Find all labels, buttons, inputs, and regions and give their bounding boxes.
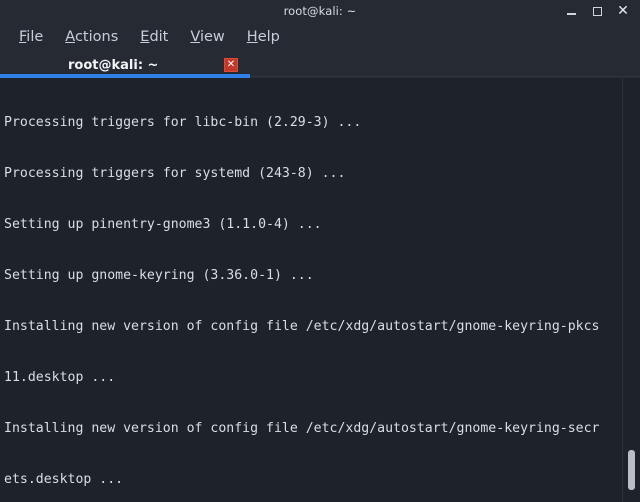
close-icon: ✕ [617,3,629,19]
terminal-scrollbar[interactable] [622,78,640,502]
tab-close-button[interactable]: ✕ [224,58,238,72]
close-button[interactable]: ✕ [610,0,636,22]
minimize-icon [566,13,576,15]
tab-bar-divider [250,76,640,77]
terminal-line: Processing triggers for systemd (243-8) … [4,166,346,181]
menu-bar: File Actions Edit View Help [0,22,640,52]
tab-close-icon: ✕ [226,59,236,70]
maximize-button[interactable] [584,0,610,22]
menu-item-help[interactable]: Help [236,22,291,52]
terminal-line: Installing new version of config file /e… [4,421,600,436]
scrollbar-thumb[interactable] [628,450,635,490]
minimize-button[interactable] [558,0,584,22]
tab-bar: root@kali: ~ ✕ [0,52,640,78]
terminal-line: Processing triggers for libc-bin (2.29-3… [4,115,362,130]
menu-help-rest: elp [257,29,280,45]
menu-item-file[interactable]: File [8,22,54,52]
tab-label: root@kali: ~ [68,57,159,73]
menu-view-rest: iew [199,29,225,45]
menu-actions-rest: ctions [74,29,119,45]
terminal-line: Setting up gnome-keyring (3.36.0-1) ... [4,268,314,283]
menu-edit-rest: dit [149,29,169,45]
terminal-line: 11.desktop ... [4,370,116,385]
maximize-icon [592,6,602,16]
menu-help-mnemonic: H [246,29,258,45]
menu-item-edit[interactable]: Edit [129,22,179,52]
menu-item-actions[interactable]: Actions [54,22,129,52]
window-controls: ✕ [558,0,636,22]
terminal-line: Installing new version of config file /e… [4,319,600,334]
terminal-line: ets.desktop ... [4,472,124,487]
menu-file-rest: ile [26,29,44,45]
window-title: root@kali: ~ [283,4,357,18]
terminal-window: root@kali: ~ ✕ File Actions Edit View He… [0,0,640,502]
terminal-output[interactable]: Processing triggers for libc-bin (2.29-3… [0,78,622,502]
title-bar: root@kali: ~ ✕ [0,0,640,22]
menu-item-view[interactable]: View [179,22,235,52]
menu-view-mnemonic: V [190,29,200,45]
terminal-area[interactable]: Processing triggers for libc-bin (2.29-3… [0,78,640,502]
menu-actions-mnemonic: A [65,29,75,45]
terminal-line: Setting up pinentry-gnome3 (1.1.0-4) ... [4,217,322,232]
